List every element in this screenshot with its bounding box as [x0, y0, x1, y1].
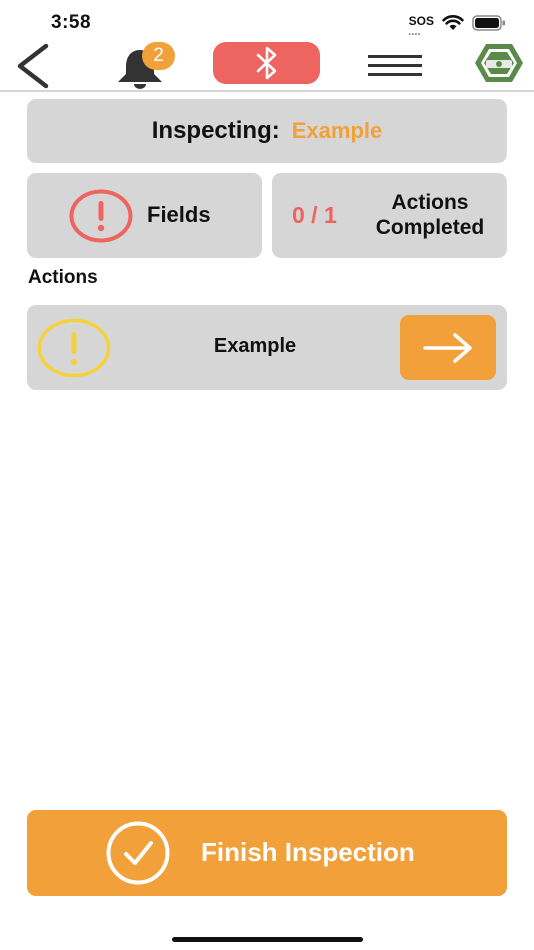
- open-action-button[interactable]: [400, 315, 496, 380]
- inspecting-card: Inspecting: Example: [27, 99, 507, 163]
- actions-completed-count: 0 / 1: [292, 202, 337, 228]
- inspecting-value: Example: [291, 118, 383, 143]
- battery-icon: [472, 15, 505, 31]
- check-circle-icon: [106, 821, 170, 885]
- wifi-icon: [442, 15, 464, 30]
- actions-completed-card: 0 / 1 Actions Completed: [272, 173, 507, 258]
- status-bar: 3:58 SOS ••••: [0, 0, 534, 44]
- nav-bar: 2: [0, 42, 534, 92]
- fields-label: Fields: [147, 202, 211, 227]
- chevron-left-icon: [17, 43, 49, 89]
- finish-inspection-label: Finish Inspection: [201, 837, 415, 867]
- action-list-item[interactable]: Example: [27, 305, 507, 390]
- fields-card[interactable]: Fields: [27, 173, 262, 258]
- actions-completed-label: Actions Completed: [375, 191, 485, 239]
- action-item-label: Example: [213, 335, 297, 357]
- exclamation-circle-icon: [69, 189, 133, 243]
- hexagon-logo-icon: [475, 44, 523, 82]
- status-time: 3:58: [51, 12, 92, 33]
- header-divider: [0, 90, 534, 92]
- warning-circle-icon: [37, 318, 111, 378]
- menu-button[interactable]: [368, 54, 422, 78]
- bluetooth-icon: [256, 46, 276, 80]
- inspecting-label: Inspecting:: [151, 117, 280, 144]
- sos-indicator: SOS ••••: [408, 14, 434, 38]
- arrow-right-icon: [423, 332, 472, 363]
- finish-inspection-button[interactable]: Finish Inspection: [27, 810, 507, 896]
- app-logo[interactable]: [474, 42, 524, 84]
- back-button[interactable]: [14, 43, 54, 90]
- home-indicator[interactable]: [172, 937, 363, 942]
- notification-badge: 2: [142, 42, 175, 70]
- actions-section-title: Actions: [28, 267, 98, 288]
- status-indicators: SOS ••••: [408, 13, 506, 38]
- hamburger-menu-icon: [368, 55, 422, 76]
- bluetooth-button[interactable]: [213, 42, 320, 84]
- notifications-button[interactable]: 2: [112, 42, 175, 90]
